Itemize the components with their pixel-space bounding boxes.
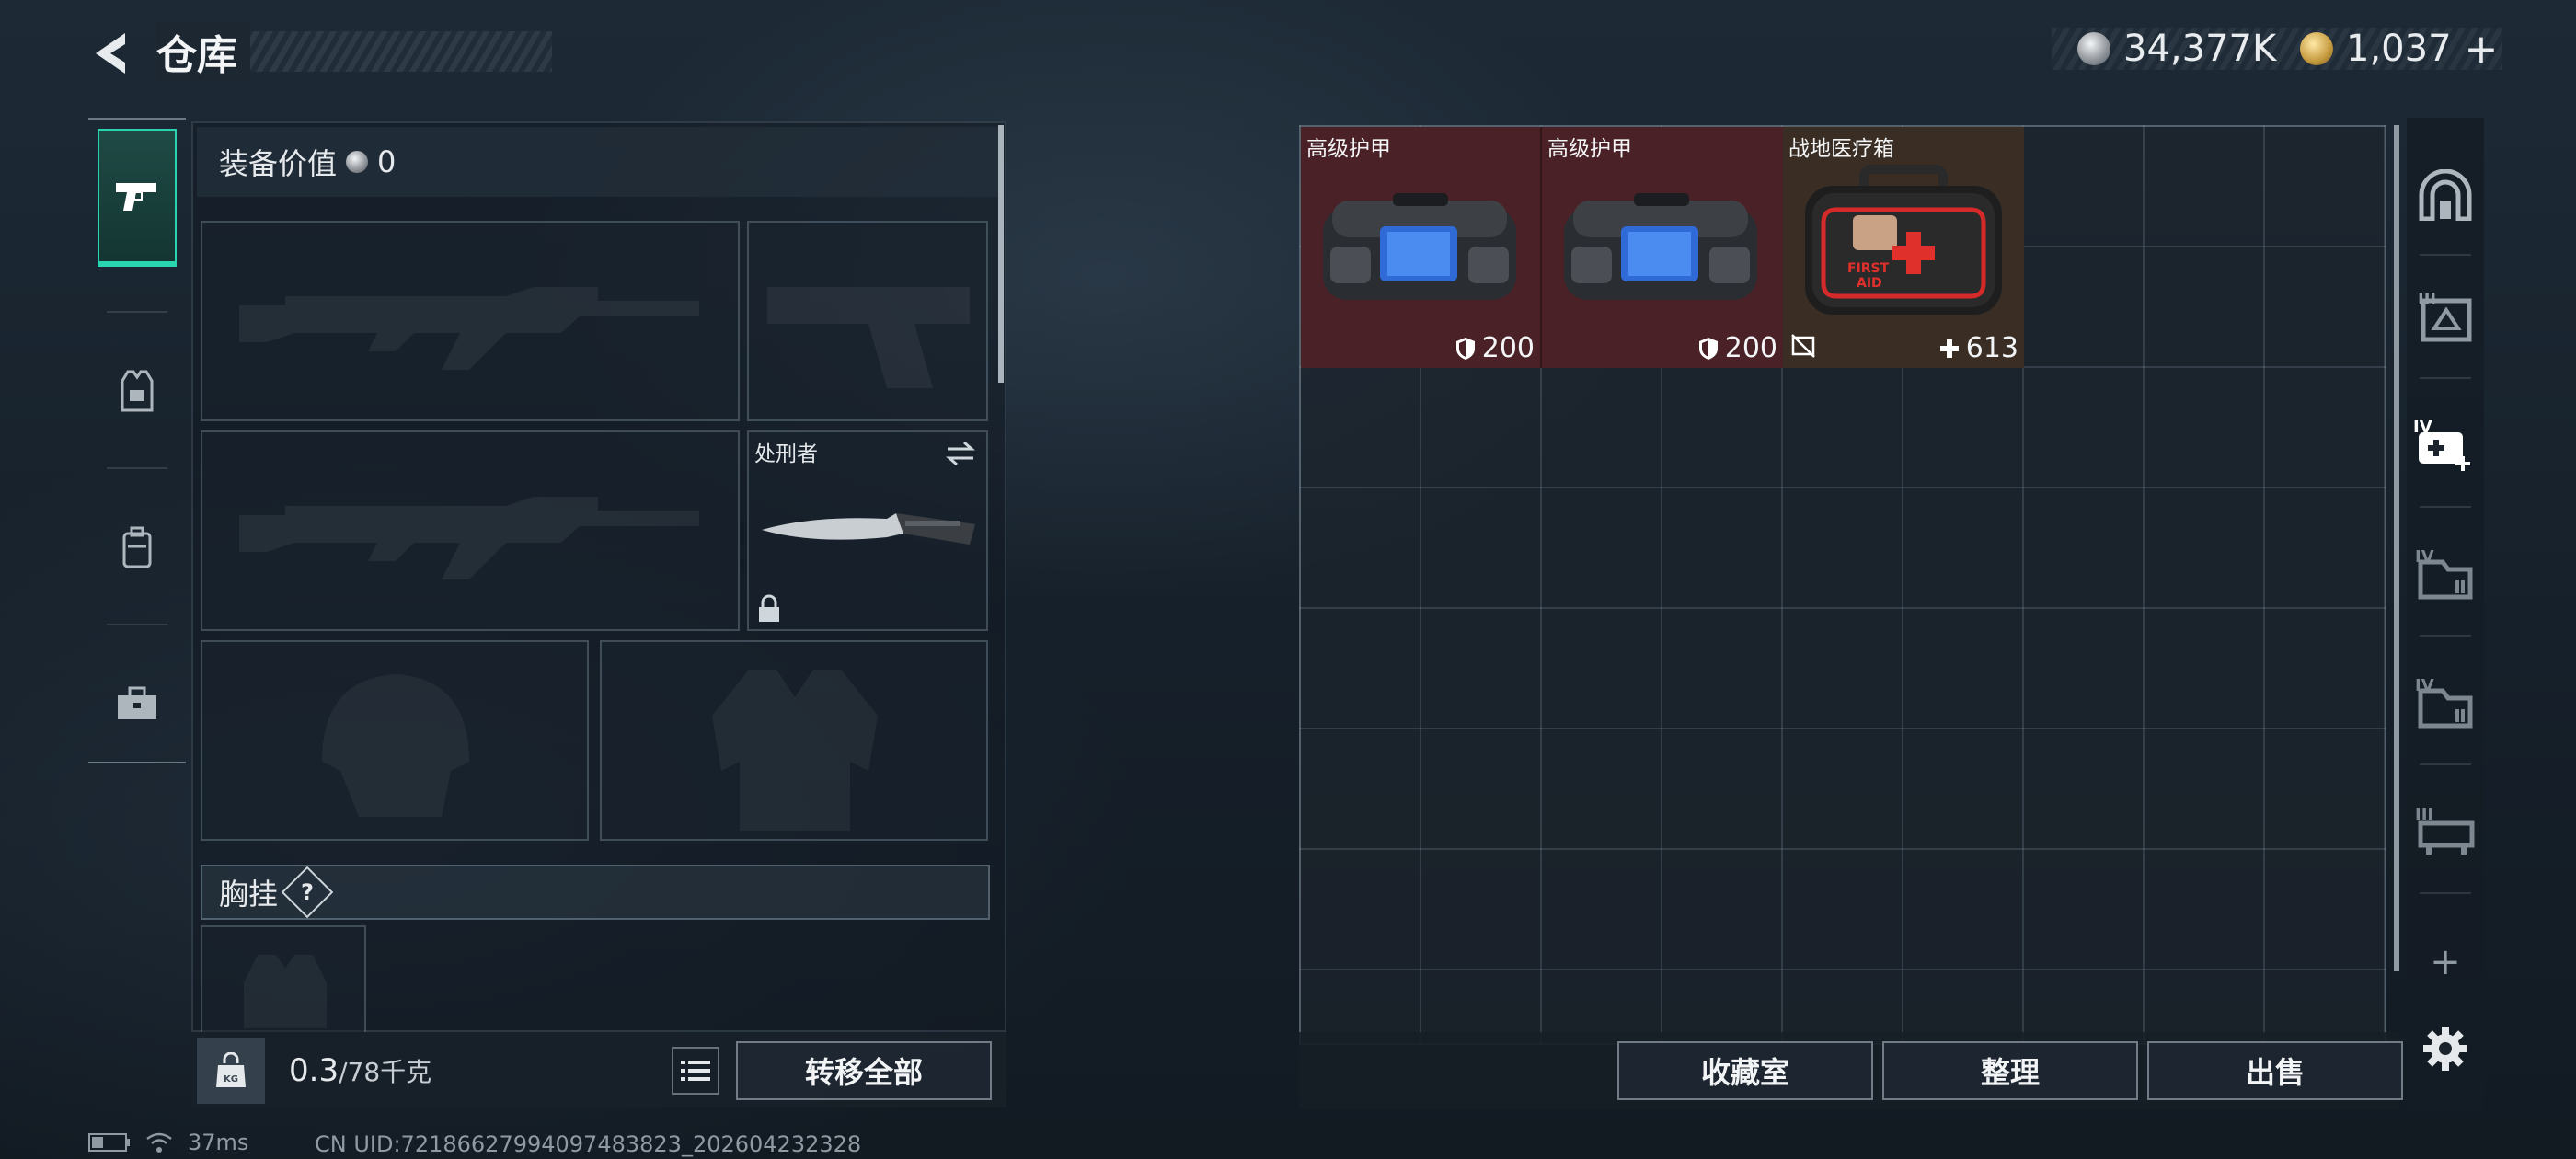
- gear-icon: [2423, 1027, 2467, 1071]
- first-aid-kit-icon: FIRST AID: [1805, 165, 2002, 315]
- svg-text:FIRST: FIRST: [1847, 261, 1890, 276]
- stash-tab-level4-ammo[interactable]: IV: [2412, 539, 2478, 605]
- back-arrow-icon: [96, 33, 125, 74]
- silver-coin-icon: [346, 151, 369, 173]
- item-stat: 200: [1697, 332, 1777, 364]
- chest-rig-header: 胸挂 ?: [201, 865, 990, 920]
- pistol-icon: [116, 183, 156, 211]
- silver-amount: 34,377K: [2123, 28, 2277, 70]
- tab-backpack[interactable]: [98, 497, 177, 598]
- silver-coin-icon: [2077, 32, 2110, 65]
- add-stash-tab-button[interactable]: +: [2412, 929, 2478, 995]
- transfer-all-button[interactable]: 转移全部: [736, 1041, 992, 1100]
- chest-rig-label: 胸挂: [219, 877, 279, 912]
- stash-tab-level4-b[interactable]: IV: [2412, 668, 2478, 734]
- currency-gold[interactable]: 1,037 +: [2300, 26, 2499, 73]
- status-bar: 37ms: [88, 1130, 248, 1155]
- stash-tab-level3-b[interactable]: III: [2412, 797, 2478, 863]
- loadout-scrollbar[interactable]: [998, 125, 1004, 383]
- pistol-slot[interactable]: [747, 221, 988, 421]
- user-uid: CN UID:7218662799409748​3823_20260423232…: [315, 1131, 862, 1157]
- equipment-value-bar: 装备价值 0: [197, 127, 1001, 197]
- weight-current: 0.3: [289, 1052, 339, 1089]
- helmet-slot[interactable]: [201, 640, 589, 841]
- secondary-weapon-slot[interactable]: [201, 430, 740, 631]
- stash-grid[interactable]: 高级护甲 200 高级护甲 200 战地医疗箱 FIRST AID 613: [1299, 125, 2386, 1045]
- briefcase-icon: [118, 686, 156, 719]
- helmet-silhouette-icon: [322, 674, 469, 817]
- list-icon: [681, 1061, 710, 1081]
- tab-armor[interactable]: [98, 340, 177, 442]
- stash-item-medkit[interactable]: 战地医疗箱 FIRST AID 613: [1783, 127, 2024, 368]
- primary-weapon-slot[interactable]: [201, 221, 740, 421]
- battery-icon: [88, 1133, 130, 1152]
- svg-text:KG: KG: [224, 1074, 238, 1084]
- stash-tab-level3-a[interactable]: III: [2412, 281, 2478, 348]
- organize-button[interactable]: 整理: [1882, 1041, 2138, 1100]
- sell-button[interactable]: 出售: [2147, 1041, 2403, 1100]
- equipment-value-label: 装备价值: [219, 146, 338, 181]
- lock-icon: [759, 594, 779, 622]
- tier3-case-icon: III: [2418, 290, 2472, 342]
- gold-coin-icon: [2300, 32, 2333, 65]
- shield-icon: [1455, 337, 1475, 360]
- plus-icon: [1939, 339, 1959, 358]
- tab-toolbox[interactable]: [98, 653, 177, 754]
- shield-icon: [1698, 337, 1718, 360]
- page-title: 仓库: [156, 22, 250, 81]
- tier4-folder-icon: IV: [2415, 676, 2473, 729]
- item-stat: 200: [1455, 332, 1535, 364]
- backpack-icon: [122, 526, 152, 568]
- stash-vault-icon: [2419, 169, 2472, 221]
- armor-bag-icon: [1564, 193, 1757, 300]
- collection-button[interactable]: 收藏室: [1617, 1041, 1873, 1100]
- swap-arrows-icon[interactable]: [944, 440, 977, 467]
- wifi-icon: [146, 1132, 172, 1153]
- melee-name: 处刑者: [754, 442, 818, 466]
- tab-weapons[interactable]: [98, 129, 177, 267]
- item-name: 高级护甲: [1547, 137, 1632, 161]
- armor-vest-icon: [121, 370, 154, 412]
- stash-item-armor-2[interactable]: 高级护甲 200: [1542, 127, 1783, 368]
- stash-item-armor-1[interactable]: 高级护甲 200: [1301, 127, 1542, 368]
- loadout-tab-rail: [88, 118, 186, 763]
- melee-slot[interactable]: 处刑者: [747, 430, 988, 631]
- combat-knife-icon: [762, 513, 975, 545]
- tier4-ammo-case-icon: IV: [2415, 547, 2473, 600]
- currency-silver[interactable]: 34,377K: [2077, 26, 2276, 72]
- list-view-button[interactable]: [672, 1047, 719, 1095]
- item-name: 高级护甲: [1306, 137, 1391, 161]
- chest-rig-help-button[interactable]: ?: [281, 866, 334, 919]
- body-armor-slot[interactable]: [600, 640, 988, 841]
- weight-max: /78千克: [339, 1057, 432, 1087]
- stash-tab-medical[interactable]: IV: [2412, 410, 2478, 476]
- no-insure-icon: [1791, 334, 1815, 358]
- add-gold-button[interactable]: +: [2465, 26, 2499, 73]
- title-bar: 仓库: [156, 22, 552, 81]
- weight-icon: KG: [197, 1038, 265, 1104]
- gold-amount: 1,037: [2346, 28, 2452, 70]
- svg-text:AID: AID: [1857, 276, 1882, 291]
- item-name: 战地医疗箱: [1788, 137, 1894, 161]
- stash-tab-main[interactable]: [2412, 162, 2478, 228]
- kettlebell-icon: KG: [216, 1052, 246, 1087]
- tier3-rack-icon: III: [2415, 805, 2475, 855]
- rifle-silhouette-icon: [239, 497, 699, 580]
- add-tab-label: +: [2430, 941, 2461, 983]
- stash-scrollbar[interactable]: [2394, 125, 2399, 971]
- settings-button[interactable]: [2412, 1016, 2478, 1082]
- pistol-silhouette-icon: [767, 287, 970, 388]
- armor-bag-icon: [1323, 193, 1516, 300]
- rig-silhouette-icon: [244, 955, 327, 1028]
- equipment-value: 0: [377, 144, 397, 179]
- item-stat: 613: [1938, 332, 2018, 364]
- back-button[interactable]: [83, 26, 138, 81]
- weight-readout: 0.3/78千克: [289, 1052, 431, 1089]
- tier4-medical-case-icon: IV: [2413, 418, 2470, 471]
- chest-rig-slot[interactable]: [201, 925, 366, 1032]
- ping: 37ms: [188, 1130, 249, 1155]
- vest-silhouette-icon: [712, 670, 878, 831]
- rifle-silhouette-icon: [239, 287, 699, 370]
